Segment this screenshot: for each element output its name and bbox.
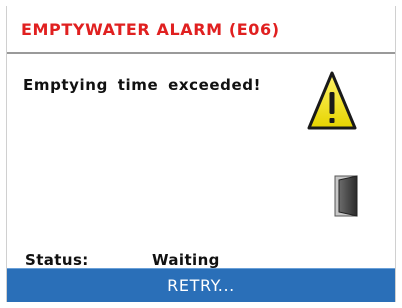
alarm-message: Emptying time exceeded! bbox=[23, 76, 262, 94]
status-value: Waiting bbox=[152, 251, 220, 269]
warning-triangle-icon bbox=[307, 71, 357, 130]
title-bar: EMPTYWATER ALARM (E06) bbox=[7, 6, 395, 54]
alarm-title: EMPTYWATER ALARM (E06) bbox=[21, 19, 280, 39]
status-label: Status: bbox=[25, 251, 89, 269]
retry-button[interactable]: RETRY... bbox=[7, 268, 395, 302]
alarm-dialog: EMPTYWATER ALARM (E06) Emptying time exc… bbox=[6, 6, 396, 302]
door-icon bbox=[334, 175, 358, 217]
